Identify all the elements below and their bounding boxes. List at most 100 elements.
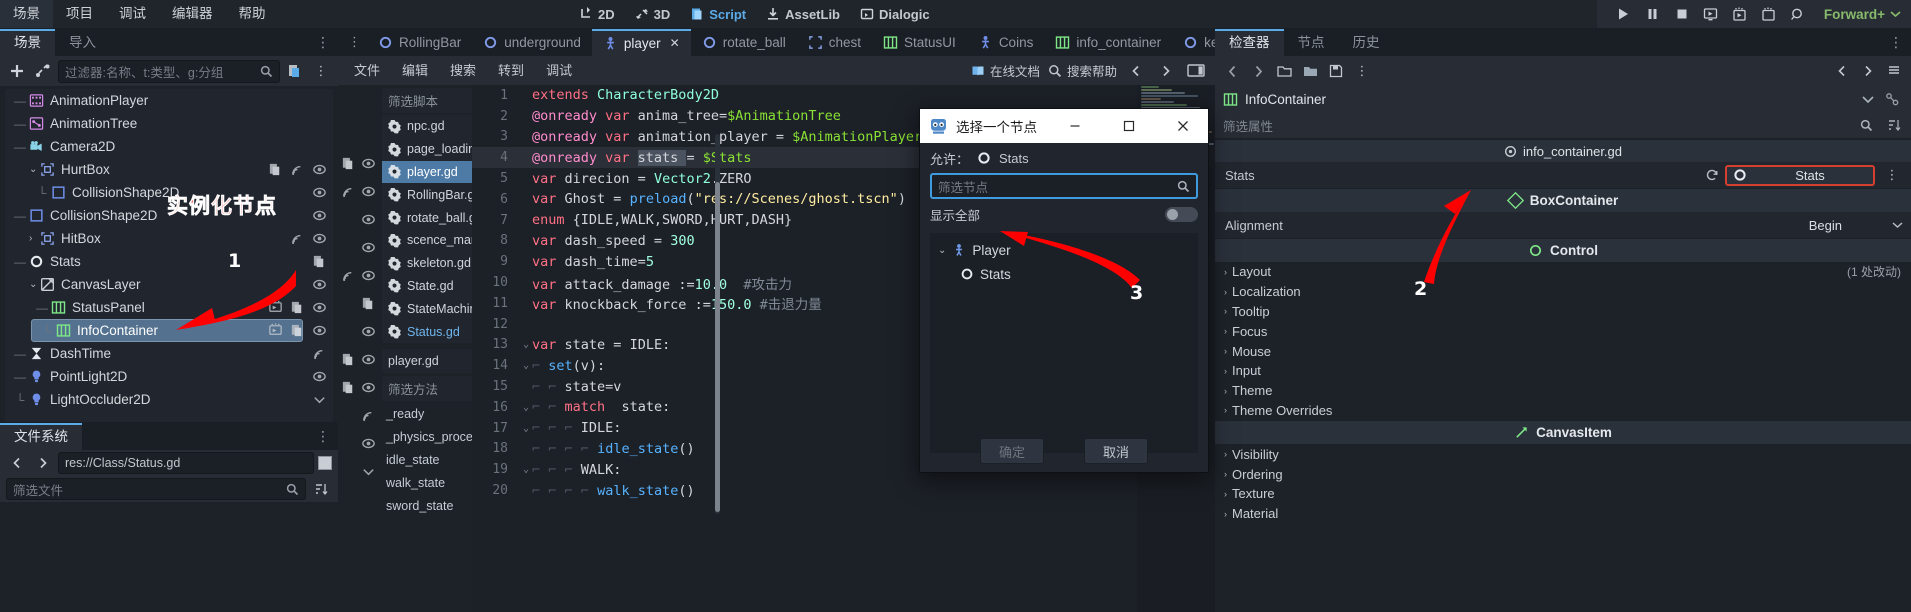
signal-icon[interactable] xyxy=(290,231,305,246)
tab-inspector[interactable]: 检查器 xyxy=(1215,29,1284,56)
script-menu-search[interactable]: 搜索 xyxy=(439,56,487,85)
online-docs-button[interactable]: 在线文档 xyxy=(971,61,1040,80)
inspector-dock-menu-button[interactable]: ⋮ xyxy=(1889,34,1903,51)
dialog-node-tree[interactable]: ⌄ Player Stats xyxy=(930,233,1198,453)
filesystem-back-button[interactable] xyxy=(6,452,28,474)
inspector-group-mouse[interactable]: › Mouse xyxy=(1215,341,1911,361)
script-icon[interactable] xyxy=(268,162,283,177)
scene-tree-item-collisionshape2d[interactable]: — CollisionShape2D xyxy=(5,204,333,227)
search-help-button[interactable]: 搜索帮助 xyxy=(1048,61,1117,80)
inspector-forward-button[interactable] xyxy=(1247,60,1269,82)
inspector-group-visibility[interactable]: › Visibility xyxy=(1215,444,1911,464)
dialog-minimize-button[interactable] xyxy=(1052,109,1098,143)
inspector-group-theme-overrides[interactable]: › Theme Overrides xyxy=(1215,401,1911,421)
tree-expand-caret[interactable]: › xyxy=(29,233,40,244)
attach-script-button[interactable] xyxy=(284,60,306,82)
inspector-script-row[interactable]: info_container.gd xyxy=(1215,140,1911,162)
scene-dock-menu-button[interactable]: ⋮ xyxy=(316,34,330,51)
inspector-filter-tools-button[interactable] xyxy=(1883,114,1905,136)
mode-3d-button[interactable]: 3D xyxy=(626,3,680,25)
filesystem-filter-input[interactable]: 筛选文件 xyxy=(6,478,306,500)
mode-dialogic-button[interactable]: Dialogic xyxy=(851,3,939,25)
instance-child-scene-button[interactable] xyxy=(32,60,54,82)
code-fold-caret[interactable]: ⌄ xyxy=(520,360,532,371)
menu-help[interactable]: 帮助 xyxy=(226,0,279,28)
scene-tree-item-collisionshape2d[interactable]: └ CollisionShape2D xyxy=(5,181,333,204)
script-icon[interactable] xyxy=(341,380,356,395)
eye-icon[interactable] xyxy=(361,240,376,255)
inspector-prop-alignment-select[interactable]: Begin xyxy=(1809,218,1903,233)
script-tab-player[interactable]: player ✕ xyxy=(591,28,691,56)
eye-icon[interactable] xyxy=(312,162,327,177)
mode-assetlib-button[interactable]: AssetLib xyxy=(757,3,849,25)
script-icon[interactable] xyxy=(312,254,327,269)
code-fold-caret[interactable]: ⌄ xyxy=(520,423,532,434)
scene-tabs-menu-button[interactable]: ⋮ xyxy=(342,34,367,50)
play-button[interactable] xyxy=(1611,2,1637,26)
script-side-scrollbar[interactable] xyxy=(715,134,720,514)
inspector-group-focus[interactable]: › Focus xyxy=(1215,321,1911,341)
script-tab-coins[interactable]: Coins xyxy=(967,29,1045,56)
add-node-button[interactable] xyxy=(6,60,28,82)
inspector-back-button[interactable] xyxy=(1221,60,1243,82)
script-menu-debug[interactable]: 调试 xyxy=(535,56,583,85)
dialog-close-button[interactable] xyxy=(1160,109,1206,143)
pause-button[interactable] xyxy=(1640,2,1666,26)
inspector-group-theme[interactable]: › Theme xyxy=(1215,381,1911,401)
scene-instance-icon[interactable] xyxy=(268,300,283,315)
filesystem-path-input[interactable]: res://Class/Status.gd xyxy=(58,452,314,474)
script-side-scrollbar-thumb[interactable] xyxy=(715,182,720,512)
inspector-prev-object-button[interactable] xyxy=(1831,60,1853,82)
revert-icon[interactable] xyxy=(1705,168,1719,182)
signal-icon[interactable] xyxy=(361,408,376,423)
code-fold-caret[interactable]: ⌄ xyxy=(520,339,532,350)
inspector-save-button[interactable] xyxy=(1325,60,1347,82)
tab-import[interactable]: 导入 xyxy=(55,29,110,56)
mode-script-button[interactable]: Script xyxy=(681,3,755,25)
inspector-group-input[interactable]: › Input xyxy=(1215,361,1911,381)
eye-icon[interactable] xyxy=(312,300,327,315)
script-history-back-button[interactable] xyxy=(1125,60,1147,82)
scene-tree-item-animationtree[interactable]: — AnimationTree xyxy=(5,112,333,135)
dialog-tree-row-player[interactable]: ⌄ Player xyxy=(930,238,1198,262)
script-menu-file[interactable]: 文件 xyxy=(343,56,391,85)
tree-expand-caret[interactable]: ⌄ xyxy=(29,164,40,175)
play-scene-button[interactable] xyxy=(1698,2,1724,26)
close-icon[interactable]: ✕ xyxy=(670,36,680,50)
inspector-group-layout[interactable]: › Layout (1 处改动) xyxy=(1215,262,1911,282)
scene-tree-item-lightoccluder2d[interactable]: └ LightOccluder2D xyxy=(5,388,333,411)
dialog-tree-row-stats[interactable]: Stats xyxy=(930,262,1198,286)
filesystem-forward-button[interactable] xyxy=(32,452,54,474)
code-fold-caret[interactable]: ⌄ xyxy=(520,464,532,475)
inspector-node-link-button[interactable] xyxy=(1881,88,1903,110)
scene-tree-item-hurtbox[interactable]: ⌄ HurtBox xyxy=(5,158,333,181)
script-menu-goto[interactable]: 转到 xyxy=(487,56,535,85)
inspector-category-canvasitem[interactable]: CanvasItem xyxy=(1215,421,1911,445)
remote-debug-button[interactable] xyxy=(1785,2,1811,26)
code-line[interactable]: 1 extends CharacterBody2D xyxy=(472,85,1215,106)
scene-tree-item-dashtime[interactable]: — DashTime xyxy=(5,342,333,365)
play-custom-scene-button[interactable] xyxy=(1727,2,1753,26)
inspector-group-material[interactable]: › Material xyxy=(1215,504,1911,524)
eye-icon[interactable] xyxy=(312,277,327,292)
filesystem-dock-menu-button[interactable]: ⋮ xyxy=(316,428,330,445)
collapse-icon[interactable] xyxy=(312,392,327,407)
inspector-category-control[interactable]: Control xyxy=(1215,239,1911,262)
code-fold-caret[interactable]: ⌄ xyxy=(520,402,532,413)
eye-icon[interactable] xyxy=(361,324,376,339)
eye-icon[interactable] xyxy=(361,212,376,227)
eye-icon[interactable] xyxy=(361,268,376,283)
collapse-icon[interactable] xyxy=(361,464,376,479)
stop-button[interactable] xyxy=(1669,2,1695,26)
tab-scene[interactable]: 场景 xyxy=(0,29,55,56)
renderer-selector[interactable]: Forward+ xyxy=(1824,7,1901,22)
script-tab-underground[interactable]: underground xyxy=(472,29,592,56)
chevron-down-icon[interactable]: ⌄ xyxy=(938,245,946,256)
script-icon[interactable] xyxy=(341,352,356,367)
scene-tree-item-infocontainer[interactable]: └ InfoContainer xyxy=(31,319,303,342)
filesystem-sort-button[interactable] xyxy=(310,478,332,500)
script-tab-rollingbar[interactable]: RollingBar xyxy=(367,29,472,56)
dialog-maximize-button[interactable] xyxy=(1106,109,1152,143)
inspector-stats-more-button[interactable]: ⋮ xyxy=(1881,164,1903,186)
menu-scene[interactable]: 场景 xyxy=(0,0,53,28)
